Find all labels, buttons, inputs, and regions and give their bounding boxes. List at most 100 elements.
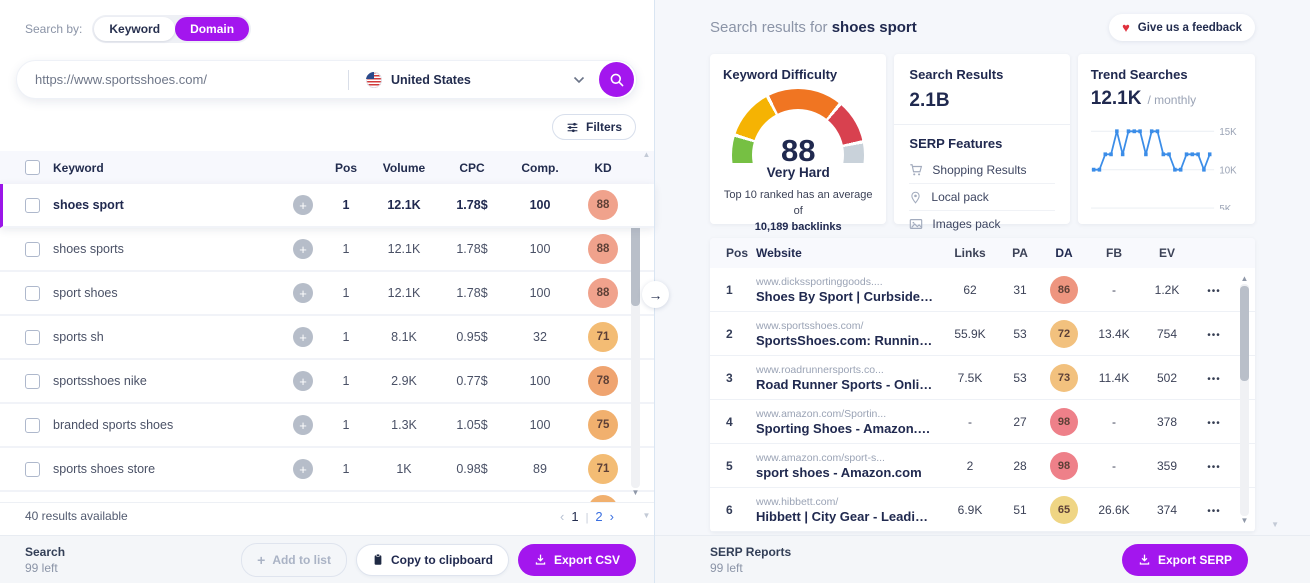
result-title[interactable]: Shoes By Sport | Curbside Pickup Avai... xyxy=(756,289,935,304)
filters-button[interactable]: Filters xyxy=(552,114,636,140)
pos-cell: 1 xyxy=(324,462,368,476)
result-title[interactable]: SportsShoes.com: Running Shoes, Clo... xyxy=(756,333,935,348)
result-url[interactable]: www.hibbett.com/ xyxy=(756,496,935,508)
row-checkbox[interactable] xyxy=(25,198,40,213)
credits-left: 99 left xyxy=(25,561,65,575)
result-title[interactable]: Hibbett | City Gear - Leading Athletic-I… xyxy=(756,509,935,524)
da-badge: 65 xyxy=(1050,496,1078,524)
export-csv-button[interactable]: Export CSV xyxy=(518,544,636,576)
add-keyword-button[interactable] xyxy=(293,371,313,391)
comp-cell: 100 xyxy=(504,242,576,256)
toggle-domain[interactable]: Domain xyxy=(175,17,249,41)
us-flag-icon xyxy=(366,72,382,88)
note-line1: Top 10 ranked has an average of xyxy=(724,189,873,217)
table-row[interactable]: shoes sports 1 12.1K 1.78$ 100 88 xyxy=(0,228,654,272)
result-url[interactable]: www.dickssportinggoods.... xyxy=(756,276,935,288)
page-2[interactable]: 2 xyxy=(595,509,602,524)
result-url[interactable]: www.roadrunnersports.co... xyxy=(756,364,935,376)
serp-feature-shopping: Shopping Results xyxy=(909,157,1054,184)
scroll-down-icon[interactable] xyxy=(632,488,640,498)
row-menu-icon[interactable] xyxy=(1207,506,1221,517)
table-row[interactable]: shoes sport 1 12.1K 1.78$ 100 88 xyxy=(0,184,654,228)
row-checkbox[interactable] xyxy=(25,374,40,389)
header-comp: Comp. xyxy=(504,161,576,175)
cpc-cell: 1.78$ xyxy=(440,242,504,256)
result-title[interactable]: Sporting Shoes - Amazon.com xyxy=(756,421,935,436)
da-badge: 98 xyxy=(1050,408,1078,436)
page-prev-icon[interactable] xyxy=(560,509,564,524)
row-menu-icon[interactable] xyxy=(1207,462,1221,473)
result-title[interactable]: sport shoes - Amazon.com xyxy=(756,465,935,480)
add-keyword-button[interactable] xyxy=(293,195,313,215)
scroll-up-icon[interactable] xyxy=(1241,274,1249,284)
add-keyword-button[interactable] xyxy=(293,415,313,435)
feedback-button[interactable]: Give us a feedback xyxy=(1109,14,1255,41)
page-next-icon[interactable] xyxy=(610,509,614,524)
add-keyword-button[interactable] xyxy=(293,327,313,347)
row-checkbox[interactable] xyxy=(25,418,40,433)
page-1[interactable]: 1 xyxy=(571,509,578,524)
table-scrollbar[interactable] xyxy=(631,182,640,498)
ev-cell: 754 xyxy=(1141,327,1193,341)
table-row[interactable]: sports shoes store 1 1K 0.98$ 89 71 xyxy=(0,448,654,492)
toggle-keyword[interactable]: Keyword xyxy=(94,17,175,41)
export-serp-button[interactable]: Export SERP xyxy=(1122,544,1248,576)
add-keyword-button[interactable] xyxy=(293,459,313,479)
row-menu-icon[interactable] xyxy=(1207,418,1221,429)
keyword-cell: sport shoes xyxy=(53,286,282,300)
row-menu-icon[interactable] xyxy=(1207,330,1221,341)
table-row[interactable]: sport shoes 1 12.1K 1.78$ 100 88 xyxy=(0,272,654,316)
card-divider xyxy=(894,124,1069,125)
serp-row[interactable]: 5 www.amazon.com/sport-s... sport shoes … xyxy=(710,444,1255,488)
comp-cell: 89 xyxy=(504,462,576,476)
collapse-panel-button[interactable] xyxy=(642,281,669,308)
serp-row[interactable]: 3 www.roadrunnersports.co... Road Runner… xyxy=(710,356,1255,400)
copy-to-clipboard-button[interactable]: Copy to clipboard xyxy=(356,544,509,576)
export-serp-label: Export SERP xyxy=(1158,553,1232,567)
fb-cell: - xyxy=(1087,459,1141,473)
row-menu-icon[interactable] xyxy=(1207,286,1221,297)
serp-row[interactable]: 2 www.sportsshoes.com/ SportsShoes.com: … xyxy=(710,312,1255,356)
trend-value: 12.1K xyxy=(1091,88,1142,110)
title-keyword: shoes sport xyxy=(832,19,917,36)
kd-badge: 75 xyxy=(588,410,618,440)
add-keyword-button[interactable] xyxy=(293,239,313,259)
add-to-list-button[interactable]: Add to list xyxy=(241,543,347,577)
kd-badge: 71 xyxy=(588,454,618,484)
serp-row[interactable]: 4 www.amazon.com/Sportin... Sporting Sho… xyxy=(710,400,1255,444)
result-url[interactable]: www.sportsshoes.com/ xyxy=(756,320,935,332)
add-keyword-button[interactable] xyxy=(293,283,313,303)
country-select[interactable]: United States xyxy=(349,72,599,88)
scroll-up-icon[interactable] xyxy=(643,150,651,160)
url-input[interactable] xyxy=(17,72,348,87)
table-row-partial xyxy=(0,492,654,502)
keyword-footer-bar: Search 99 left Add to list Copy to clipb… xyxy=(0,535,654,583)
table-row[interactable]: sportsshoes nike 1 2.9K 0.77$ 100 78 xyxy=(0,360,654,404)
cpc-cell: 0.98$ xyxy=(440,462,504,476)
da-badge: 73 xyxy=(1050,364,1078,392)
row-checkbox[interactable] xyxy=(25,286,40,301)
row-checkbox[interactable] xyxy=(25,330,40,345)
serp-header: Search results for shoes sport Give us a… xyxy=(710,14,1255,41)
result-url[interactable]: www.amazon.com/sport-s... xyxy=(756,452,935,464)
serp-table-scrollbar[interactable] xyxy=(1240,274,1249,526)
scroll-thumb[interactable] xyxy=(1240,286,1249,381)
scroll-down-icon[interactable] xyxy=(643,511,651,521)
scroll-down-icon[interactable] xyxy=(1271,520,1279,530)
search-button[interactable] xyxy=(599,62,634,97)
scroll-down-icon[interactable] xyxy=(1241,516,1249,526)
serp-row[interactable]: 1 www.dickssportinggoods.... Shoes By Sp… xyxy=(710,268,1255,312)
select-all-checkbox[interactable] xyxy=(25,160,40,175)
table-row[interactable]: sports sh 1 8.1K 0.95$ 32 71 xyxy=(0,316,654,360)
keyword-difficulty-card: Keyword Difficulty 88 Very Hard Top 10 r… xyxy=(710,54,886,224)
pa-cell: 31 xyxy=(999,283,1041,297)
row-checkbox[interactable] xyxy=(25,242,40,257)
result-title[interactable]: Road Runner Sports - Online Running ... xyxy=(756,377,935,392)
row-checkbox[interactable] xyxy=(25,462,40,477)
header-ev: EV xyxy=(1141,246,1193,260)
volume-cell: 2.9K xyxy=(368,374,440,388)
result-url[interactable]: www.amazon.com/Sportin... xyxy=(756,408,935,420)
table-row[interactable]: branded sports shoes 1 1.3K 1.05$ 100 75 xyxy=(0,404,654,448)
row-menu-icon[interactable] xyxy=(1207,374,1221,385)
serp-row[interactable]: 6 www.hibbett.com/ Hibbett | City Gear -… xyxy=(710,488,1255,532)
